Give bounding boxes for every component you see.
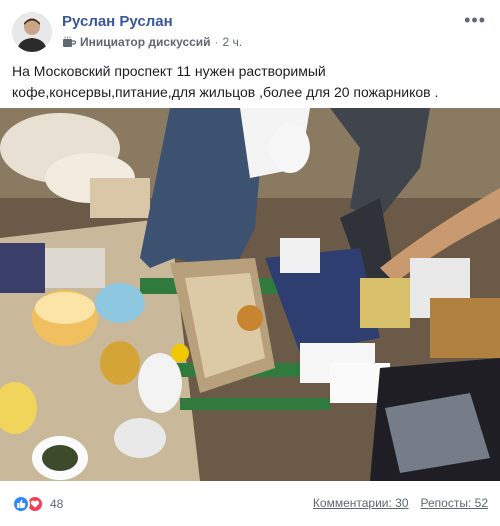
reposts-count-link[interactable]: Репосты: 52: [421, 496, 488, 510]
more-options-icon[interactable]: •••: [464, 10, 486, 31]
reactions-summary[interactable]: 48: [12, 495, 63, 513]
reaction-count: 48: [50, 497, 64, 511]
comments-count-link[interactable]: Комментарии: 30: [313, 496, 409, 510]
meta-separator: ·: [214, 35, 219, 49]
avatar[interactable]: [12, 12, 52, 52]
author-name[interactable]: Руслан Руслан: [62, 13, 173, 30]
coffee-cup-icon: [63, 36, 76, 47]
post-time[interactable]: 2 ч.: [223, 35, 243, 49]
donations-photo: [0, 108, 500, 481]
post-text-line: На Московский проспект 11 нужен раствори…: [12, 63, 326, 79]
post-photo[interactable]: [0, 108, 500, 481]
post-meta: Инициатор дискуссий · 2 ч.: [62, 35, 242, 49]
post-footer: 48 Комментарии: 30 Репосты: 52: [0, 481, 500, 526]
avatar-image: [12, 12, 52, 52]
post-text: На Московский проспект 11 нужен раствори…: [12, 61, 488, 103]
post-text-line: кофе,консервы,питание,для жильцов ,более…: [12, 84, 439, 100]
post-stats: Комментарии: 30 Репосты: 52: [313, 496, 488, 510]
like-icon: [12, 495, 30, 513]
discussion-starter-badge[interactable]: Инициатор дискуссий: [80, 35, 211, 49]
facebook-post: Руслан Руслан Инициатор дискуссий · 2 ч.…: [0, 0, 500, 526]
